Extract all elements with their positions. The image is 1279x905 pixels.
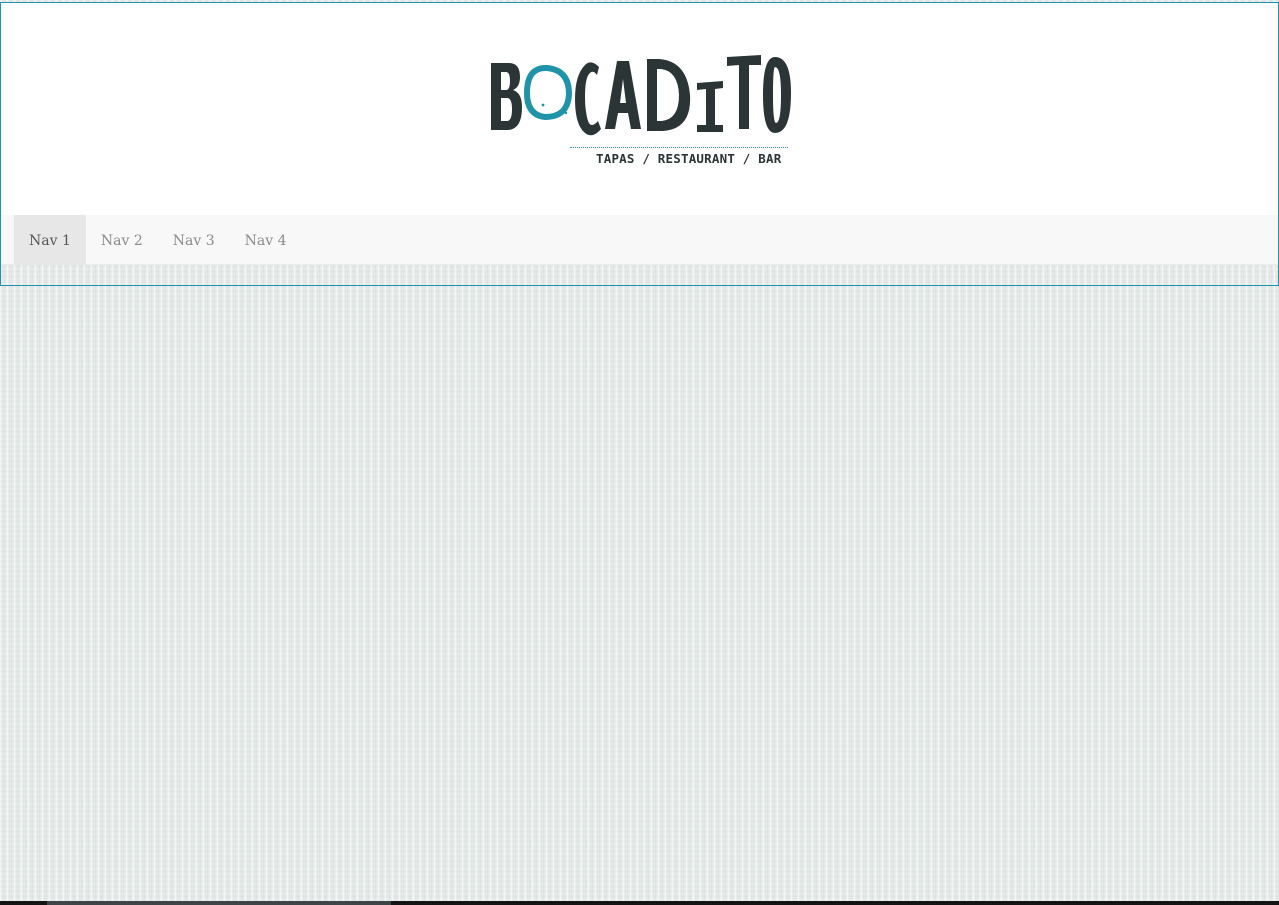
- bottom-bar-scrollbar[interactable]: [47, 901, 391, 905]
- nav-item-2[interactable]: Nav 2: [86, 215, 158, 265]
- brand-tagline: TAPAS / RESTAURANT / BAR: [596, 151, 782, 166]
- nav-list: Nav 1 Nav 2 Nav 3 Nav 4: [14, 215, 302, 265]
- site-header: [1, 3, 1278, 215]
- main-nav: Nav 1 Nav 2 Nav 3 Nav 4: [1, 215, 1278, 265]
- nav-item-3[interactable]: Nav 3: [158, 215, 230, 265]
- tagline-divider: [570, 147, 788, 148]
- nav-item-4[interactable]: Nav 4: [230, 215, 302, 265]
- brand-logo-wordmark: [491, 55, 791, 136]
- nav-item-1[interactable]: Nav 1: [14, 215, 86, 265]
